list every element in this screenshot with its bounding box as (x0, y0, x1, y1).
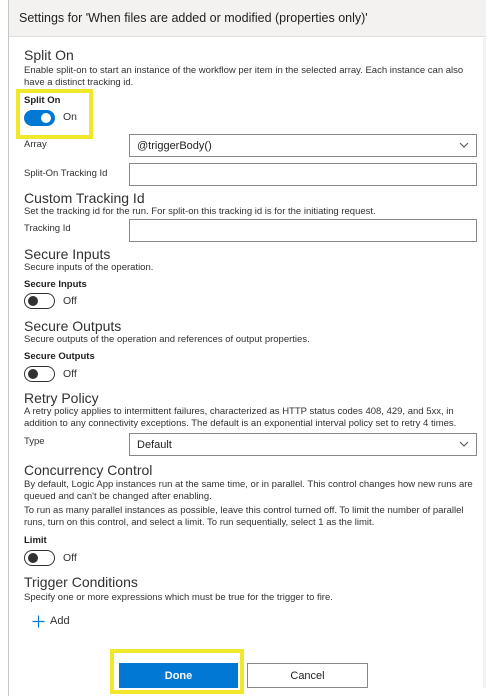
secure-inputs-description: Secure inputs of the operation. (24, 262, 154, 273)
secure-inputs-toggle[interactable] (24, 293, 55, 309)
custom-tracking-heading: Custom Tracking Id (24, 190, 145, 206)
secure-inputs-toggle-state: Off (63, 295, 77, 307)
limit-toggle-label: Limit (24, 535, 47, 546)
tracking-id-label: Tracking Id (24, 223, 71, 234)
done-button[interactable]: Done (119, 663, 238, 688)
split-on-toggle-state: On (63, 111, 78, 123)
split-on-toggle[interactable] (24, 110, 55, 126)
limit-toggle-state: Off (63, 552, 77, 564)
array-label: Array (24, 139, 47, 150)
trigger-conditions-heading: Trigger Conditions (24, 574, 138, 590)
cancel-button[interactable]: Cancel (247, 663, 368, 688)
custom-tracking-description: Set the tracking id for the run. For spl… (24, 206, 376, 217)
split-on-toggle-label: Split On (24, 95, 61, 106)
retry-type-value: Default (137, 439, 172, 451)
retry-policy-description-line1: A retry policy applies to intermittent f… (24, 406, 454, 417)
retry-policy-description-line2: addition to any connectivity exceptions.… (24, 418, 457, 429)
tracking-id-input[interactable] (129, 219, 477, 242)
split-on-heading: Split On (24, 47, 74, 63)
split-on-tracking-label: Split-On Tracking Id (24, 168, 108, 179)
concurrency-heading: Concurrency Control (24, 462, 153, 478)
concurrency-description1-line2: queued and can't be changed after enabli… (24, 491, 212, 502)
chevron-down-icon (459, 441, 469, 447)
toggle-knob (28, 553, 38, 563)
scrollbar[interactable] (483, 38, 486, 688)
secure-outputs-heading: Secure Outputs (24, 318, 122, 334)
panel-header: Settings for 'When files are added or mo… (9, 0, 486, 37)
secure-inputs-toggle-label: Secure Inputs (24, 279, 87, 290)
settings-panel: Settings for 'When files are added or mo… (8, 0, 486, 696)
concurrency-description1-line1: By default, Logic App instances run at t… (24, 479, 473, 490)
secure-outputs-toggle[interactable] (24, 366, 55, 382)
retry-type-label: Type (24, 436, 45, 447)
concurrency-description2-line2: runs, turn on this control, and select a… (24, 517, 375, 528)
trigger-conditions-description: Specify one or more expressions which mu… (24, 592, 333, 603)
array-dropdown[interactable]: @triggerBody() (129, 134, 477, 157)
split-on-description: Enable split-on to start an instance of … (24, 65, 464, 88)
concurrency-description2-line1: To run as many parallel instances as pos… (24, 505, 464, 516)
add-condition-label: Add (50, 615, 70, 627)
split-on-tracking-input[interactable] (129, 163, 477, 186)
secure-outputs-toggle-label: Secure Outputs (24, 351, 95, 362)
retry-policy-heading: Retry Policy (24, 390, 99, 406)
secure-outputs-description: Secure outputs of the operation and refe… (24, 334, 310, 345)
array-value: @triggerBody() (137, 140, 212, 152)
add-condition-button[interactable]: Add (29, 612, 89, 632)
toggle-knob (28, 369, 38, 379)
secure-outputs-toggle-state: Off (63, 368, 77, 380)
limit-toggle[interactable] (24, 550, 55, 566)
panel-title: Settings for 'When files are added or mo… (19, 11, 368, 25)
plus-icon (32, 615, 45, 628)
retry-type-dropdown[interactable]: Default (129, 433, 477, 456)
chevron-down-icon (459, 142, 469, 148)
secure-inputs-heading: Secure Inputs (24, 246, 111, 262)
toggle-knob (41, 113, 51, 123)
toggle-knob (28, 296, 38, 306)
